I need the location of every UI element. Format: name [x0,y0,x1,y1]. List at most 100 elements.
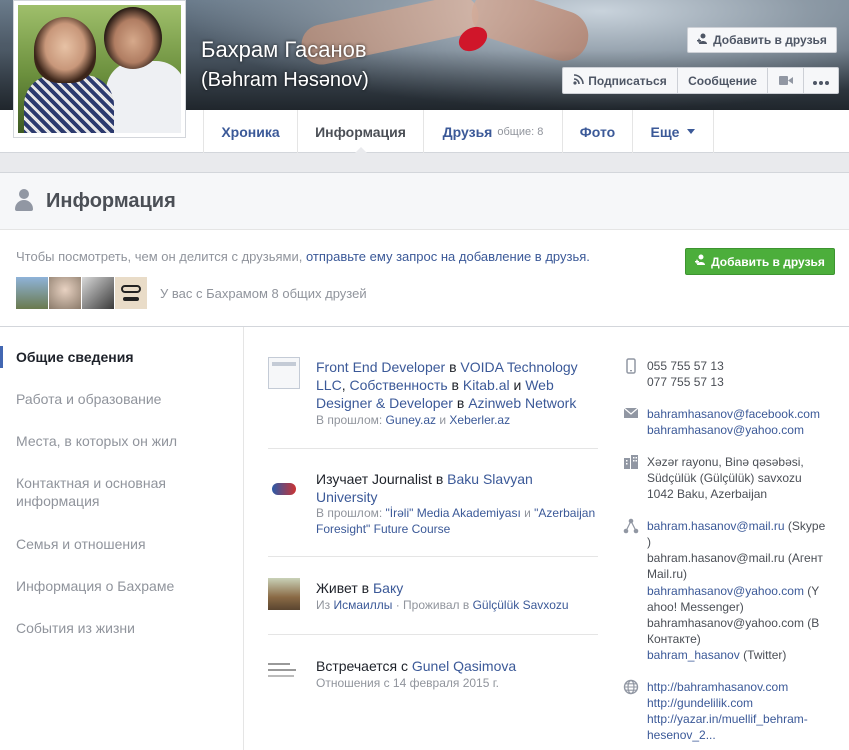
current-city-link[interactable]: Баку [373,580,403,596]
im-service: ahoo! Messenger) [647,600,744,614]
tab-about[interactable]: Информация [297,110,423,154]
tab-friends-label: Друзья [442,123,493,140]
nav-contact-info[interactable]: Контактная и основная информация [16,474,216,510]
im-handle-link[interactable]: bahram_hasanov [647,648,740,662]
tab-photos-label: Фото [579,123,616,140]
im-handle: bahram.hasanov@mail.ru [647,551,785,565]
email-link[interactable]: bahramhasanov@yahoo.com [647,422,804,438]
website-link[interactable]: hesenov_2... [647,727,716,743]
add-friend-label: Добавить в друзья [713,33,827,47]
profile-action-bar: Подписаться Сообщение [562,67,839,94]
school-logo[interactable] [268,472,300,504]
phone-icon [623,358,639,374]
im-handle: bahramhasanov@yahoo.com [647,616,804,630]
tab-friends[interactable]: Друзья общие: 8 [423,110,562,153]
website-link[interactable]: http://bahramhasanov.com [647,679,788,695]
partner-photo-line [268,663,290,665]
past-employer-link[interactable]: Xeberler.az [449,413,510,427]
relationship-status: Встречается с Gunel Qasimova [316,657,516,675]
past-label: В прошлом: [316,413,386,427]
avatar-figure-left-head [34,17,96,83]
im-handle-link[interactable]: bahram.hasanov@mail.ru [647,519,785,533]
im-account: ) [647,534,651,550]
person-icon [14,189,34,213]
work-and: и [509,377,526,393]
active-indicator [0,346,3,368]
partner-photo-line [268,675,294,677]
mutual-friend-avatar[interactable] [82,277,114,309]
employer-link[interactable]: Azinweb Network [468,395,576,411]
subscribe-button[interactable]: Подписаться [563,68,678,93]
lived-label: · Проживал в [392,598,473,612]
partner-photo[interactable] [268,657,300,689]
nav-work-education[interactable]: Работа и образование [16,390,161,408]
tab-more[interactable]: Еще [632,110,714,153]
website-link[interactable]: http://gundelilik.com [647,695,753,711]
glasses-icon [121,285,141,293]
job-title-link[interactable]: Front End Developer [316,359,445,375]
mutual-friends-thumbnails[interactable] [16,277,147,309]
hometown-link[interactable]: Исмаиллы [333,598,392,612]
workplace-icon [268,357,300,389]
mutual-friend-avatar[interactable] [115,277,147,309]
im-service: (Y [803,584,820,598]
im-account: bahramhasanov@yahoo.com (В [647,615,819,631]
email-link[interactable]: bahramhasanov@facebook.com [647,406,820,422]
work-in: в [445,359,461,375]
message-button[interactable]: Сообщение [678,68,768,93]
website-link[interactable]: http://yazar.in/muellif_behram- [647,711,808,727]
past-and: и [520,506,535,520]
past-school-link[interactable]: "İrəli" Media Akademiyası [386,506,521,520]
workplace-icon-bar [272,362,296,366]
im-service: (Twitter) [739,648,787,662]
im-account: ahoo! Messenger) [647,599,744,615]
work-in: в [452,395,469,411]
im-account: bahram_hasanov (Twitter) [647,647,786,663]
employer-link[interactable]: Kitab.al [463,377,510,393]
rss-icon [573,73,585,88]
entry-divider [268,448,598,449]
video-call-button[interactable] [768,68,804,93]
job-title-link[interactable]: Собственность [349,377,447,393]
add-friend-green-button[interactable]: Добавить в друзья [685,248,835,275]
profile-alternate-name: (Bəhram Həsənov) [201,69,369,91]
im-service: Контакте) [647,632,701,646]
im-service: ) [647,535,651,549]
tab-photos[interactable]: Фото [562,110,632,153]
past-employer-link[interactable]: Guney.az [386,413,436,427]
mutual-friends-text[interactable]: У вас с Бахрамом 8 общих друзей [160,286,367,301]
phone-number[interactable]: 077 755 57 13 [647,374,724,390]
partner-link[interactable]: Gunel Qasimova [412,658,516,674]
add-friend-button[interactable]: Добавить в друзья [687,27,837,53]
avatar-figure-left-body [24,75,114,133]
im-service: (В [803,616,820,630]
im-account: Контакте) [647,631,701,647]
nav-life-events[interactable]: События из жизни [16,619,135,637]
school-logo-band [272,483,296,495]
nav-details-about[interactable]: Информация о Бахраме [16,577,174,595]
avatar [18,5,181,133]
nav-places-lived[interactable]: Места, в которых он жил [16,432,177,450]
friend-request-link[interactable]: отправьте ему запрос на добавление в дру… [306,249,590,264]
previous-city-link[interactable]: Gülçülük Savxozu [473,598,569,612]
mutual-friend-avatar[interactable] [16,277,48,309]
nav-overview[interactable]: Общие сведения [16,348,134,366]
mutual-friend-avatar[interactable] [49,277,81,309]
mustache-icon [123,297,139,301]
partner-photo-line [268,669,296,671]
tab-timeline[interactable]: Хроника [203,110,297,153]
more-options-button[interactable] [804,68,838,93]
education-past: В прошлом: "İrəli" Media Akademiyası и "… [316,505,606,537]
add-friend-green-label: Добавить в друзья [711,254,825,269]
hometown: Из Исмаиллы · Проживал в Gülçülük Savxoz… [316,597,569,613]
profile-name[interactable]: Бахрам Гасанов [201,37,367,63]
profile-picture[interactable] [13,0,186,138]
work-in: в [447,377,463,393]
past-label: В прошлом: [316,506,386,520]
entry-divider [268,556,598,557]
nav-family-relationships[interactable]: Семья и отношения [16,535,146,553]
tab-more-label: Еще [650,123,680,140]
city-photo[interactable] [268,578,300,610]
im-handle-link[interactable]: bahramhasanov@yahoo.com [647,584,804,598]
phone-number[interactable]: 055 755 57 13 [647,358,724,374]
